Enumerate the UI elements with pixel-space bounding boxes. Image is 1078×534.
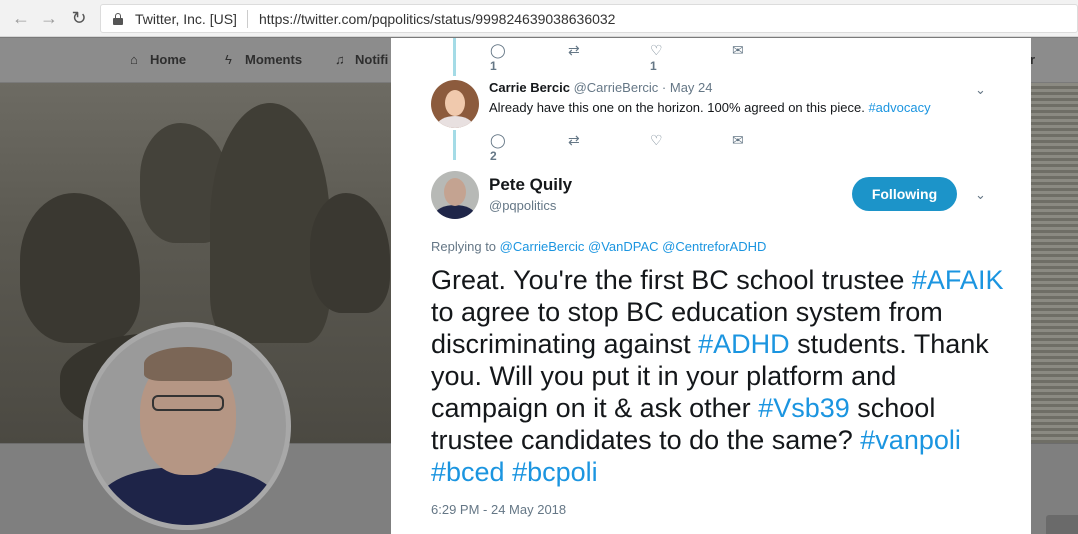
reply-count: 1 (490, 59, 497, 73)
nav-moments[interactable]: ϟ Moments (225, 52, 302, 67)
dm-action[interactable]: ✉ (732, 42, 753, 59)
reply-body: Already have this one on the horizon. 10… (489, 100, 865, 115)
avatar-shirt (437, 116, 473, 128)
dm-action[interactable]: ✉ (732, 132, 753, 149)
profile-avatar[interactable] (83, 322, 291, 530)
hashtag-link[interactable]: #vanpoli (860, 425, 961, 455)
tweet-text-segment (505, 457, 513, 487)
lightning-icon: ϟ (225, 52, 232, 67)
mention-link[interactable]: @CentreforADHD (662, 239, 766, 254)
author-avatar[interactable] (431, 171, 479, 219)
tweet-text: Great. You're the first BC school truste… (431, 264, 1011, 488)
reply-text: Already have this one on the horizon. 10… (489, 100, 931, 115)
tweet-text-segment: Great. You're the first BC school truste… (431, 265, 912, 295)
reply-author-name[interactable]: Carrie Bercic (489, 80, 570, 95)
browser-toolbar: ← → ↻ Twitter, Inc. [US] https://twitter… (0, 0, 1078, 37)
reply-author-handle[interactable]: @CarrieBercic (574, 80, 659, 95)
like-count: 1 (650, 59, 657, 73)
tweet-modal: ◯1 ⇄ ♡1 ✉ Carrie Bercic @CarrieBercic · … (391, 38, 1031, 534)
envelope-icon: ✉ (732, 42, 744, 58)
reply-action[interactable]: ◯2 (490, 132, 515, 163)
thread-line (453, 38, 456, 76)
reply-header: Carrie Bercic @CarrieBercic · May 24 (489, 80, 713, 95)
retweet-icon: ⇄ (568, 42, 580, 58)
nav-home[interactable]: ⌂ Home (130, 52, 186, 67)
hashtag-link[interactable]: #ADHD (698, 329, 790, 359)
site-identity: Twitter, Inc. [US] (135, 11, 237, 27)
reload-icon[interactable]: ↻ (68, 7, 90, 29)
lock-icon (113, 13, 123, 25)
hashtag-link[interactable]: #bced (431, 457, 505, 487)
avatar-face (444, 178, 466, 206)
heart-icon: ♡ (650, 42, 663, 58)
address-divider (247, 10, 248, 28)
following-button[interactable]: Following (852, 177, 957, 211)
hashtag-link[interactable]: #bcpoli (512, 457, 598, 487)
replying-label: Replying to (431, 239, 497, 254)
hashtag-link[interactable]: #Vsb39 (758, 393, 850, 423)
banner-rock (310, 193, 390, 313)
mention-link[interactable]: @CarrieBercic (500, 239, 585, 254)
tweet-timestamp[interactable]: 6:29 PM - 24 May 2018 (431, 502, 566, 517)
avatar-shirt (98, 467, 278, 525)
home-icon: ⌂ (130, 52, 138, 67)
retweet-action[interactable]: ⇄ (568, 132, 589, 149)
nav-notifications-label: Notifi (355, 52, 389, 67)
banner-raked-sand (1030, 83, 1078, 443)
reply-icon: ◯ (490, 42, 506, 58)
hashtag-link[interactable]: #advocacy (868, 100, 930, 115)
thread-line (453, 130, 456, 160)
heart-icon: ♡ (650, 132, 663, 148)
replying-to: Replying to @CarrieBercic @VanDPAC @Cent… (431, 239, 766, 254)
nav-moments-label: Moments (245, 52, 303, 67)
bell-icon: ♫ (335, 52, 345, 67)
reply-icon: ◯ (490, 132, 506, 148)
reply-avatar[interactable] (431, 80, 479, 128)
avatar-face (445, 90, 465, 116)
mention-link[interactable]: @VanDPAC (588, 239, 659, 254)
avatar-glasses (152, 395, 224, 411)
reply-date[interactable]: · May 24 (662, 80, 713, 95)
avatar-hair (144, 347, 232, 381)
banner-rock (20, 193, 140, 343)
forward-arrow-icon[interactable]: → (38, 7, 60, 29)
retweet-icon: ⇄ (568, 132, 580, 148)
url-text[interactable]: https://twitter.com/pqpolitics/status/99… (259, 11, 615, 27)
reply-action[interactable]: ◯1 (490, 42, 515, 73)
nav-notifications[interactable]: ♫ Notifi (335, 52, 388, 67)
reply-count: 2 (490, 149, 497, 163)
banner-rock (210, 103, 330, 343)
avatar-shirt (435, 205, 475, 219)
like-action[interactable]: ♡ (650, 132, 672, 149)
nav-home-label: Home (150, 52, 187, 67)
back-arrow-icon[interactable]: ← (10, 7, 32, 29)
retweet-action[interactable]: ⇄ (568, 42, 589, 59)
author-name[interactable]: Pete Quily (489, 175, 572, 195)
hashtag-link[interactable]: #AFAIK (912, 265, 1004, 295)
envelope-icon: ✉ (732, 132, 744, 148)
like-action[interactable]: ♡1 (650, 42, 672, 73)
chevron-down-icon[interactable]: ⌄ (975, 187, 986, 203)
chevron-down-icon[interactable]: ⌄ (975, 82, 986, 98)
address-bar[interactable]: Twitter, Inc. [US] https://twitter.com/p… (100, 4, 1078, 33)
corner-button[interactable] (1046, 515, 1078, 534)
author-handle[interactable]: @pqpolitics (489, 198, 556, 213)
